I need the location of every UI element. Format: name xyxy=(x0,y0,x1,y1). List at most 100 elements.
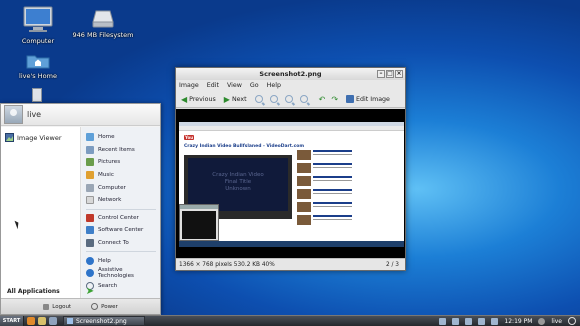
edit-image-button[interactable]: Edit Image xyxy=(346,95,390,103)
all-applications-label: All Applications xyxy=(7,288,60,295)
display-icon[interactable] xyxy=(452,317,460,325)
close-button[interactable]: × xyxy=(395,70,403,78)
drive-icon xyxy=(92,10,114,28)
file-manager-launcher-icon[interactable] xyxy=(38,317,46,325)
window-titlebar[interactable]: Screenshot2.png – □ × xyxy=(176,68,405,80)
task-label: Screenshot2.png xyxy=(76,317,127,325)
menu-favorites-pane: Image Viewer xyxy=(1,127,81,298)
image-position: 2 / 3 xyxy=(385,261,399,268)
clock[interactable]: 12:19 PM xyxy=(504,318,532,325)
desktop-icon-partial[interactable] xyxy=(32,88,42,102)
desktop-icon-computer[interactable]: Computer xyxy=(3,6,73,45)
next-button[interactable]: ▶ Next xyxy=(224,95,247,104)
menu-item-label: Help xyxy=(98,257,111,264)
taskbar-user[interactable]: live xyxy=(551,318,562,325)
toolbar: ◀ Previous ▶ Next ↶ ↷ Edit Image xyxy=(176,91,405,108)
menu-username: live xyxy=(27,110,42,119)
menu-item-label: Assistive Technologies xyxy=(98,267,134,280)
menu-item-label: Recent Items xyxy=(98,146,135,153)
menu-separator xyxy=(86,251,156,253)
image-canvas[interactable]: You Crazy Indian Video Bullfslaned - Vid… xyxy=(176,109,405,259)
menu-image[interactable]: Image xyxy=(179,82,199,89)
update-icon[interactable] xyxy=(439,317,447,325)
network-icon[interactable] xyxy=(465,317,473,325)
all-applications-button[interactable]: All Applications ➤ xyxy=(7,286,94,297)
screenshot-mini-window xyxy=(179,204,219,241)
zoom-out-icon[interactable] xyxy=(269,95,278,103)
menu-separator xyxy=(86,208,156,210)
next-label: Next xyxy=(231,95,247,103)
menu-item-software-center[interactable]: Software Center xyxy=(82,224,160,237)
help-icon xyxy=(86,256,94,265)
menu-item-label: Computer xyxy=(98,184,126,191)
network-icon xyxy=(86,196,94,205)
software-center-icon xyxy=(86,226,94,235)
taskbar-task-screenshot[interactable]: Screenshot2.png xyxy=(63,316,145,326)
menu-places-pane: Home Recent Items Pictures Music Compute… xyxy=(82,127,160,298)
menu-item-label: Music xyxy=(98,172,114,179)
screenshot-addressbar xyxy=(179,126,404,131)
volume-icon[interactable] xyxy=(478,317,486,325)
menu-item-computer[interactable]: Computer xyxy=(82,181,160,194)
menu-user-header: live xyxy=(1,104,160,126)
edit-image-label: Edit Image xyxy=(356,95,390,103)
screenshot-page-title: Crazy Indian Video Bullfslaned - VideoDa… xyxy=(184,144,305,149)
start-label: START xyxy=(2,318,21,324)
pictures-icon xyxy=(86,158,94,167)
menu-item-connect-to[interactable]: Connect To xyxy=(82,237,160,250)
lock-icon xyxy=(43,303,50,310)
menu-item-music[interactable]: Music xyxy=(82,169,160,182)
terminal-launcher-icon[interactable] xyxy=(49,317,57,325)
menu-favorite-image-viewer[interactable]: Image Viewer xyxy=(1,127,80,148)
menu-item-label: Home xyxy=(98,134,115,141)
list-item xyxy=(297,215,352,225)
home-folder-icon xyxy=(26,55,50,69)
previous-label: Previous xyxy=(189,95,216,103)
start-button[interactable]: START xyxy=(0,315,24,326)
rotate-right-icon[interactable]: ↷ xyxy=(331,95,338,104)
menu-edit[interactable]: Edit xyxy=(207,82,219,89)
browser-launcher-icon[interactable] xyxy=(27,317,35,325)
desktop-icon-label: live's Home xyxy=(19,72,57,80)
logout-button[interactable]: Logout xyxy=(43,303,72,310)
menu-item-assistive[interactable]: Assistive Technologies xyxy=(82,267,160,280)
list-item xyxy=(297,150,352,160)
screenshot-related-list xyxy=(297,150,352,228)
window-title: Screenshot2.png xyxy=(259,70,322,78)
menu-item-recent[interactable]: Recent Items xyxy=(82,144,160,157)
previous-button[interactable]: ◀ Previous xyxy=(181,95,216,104)
menu-go[interactable]: Go xyxy=(250,82,259,89)
menu-item-home[interactable]: Home xyxy=(82,131,160,144)
menu-item-control-center[interactable]: Control Center xyxy=(82,212,160,225)
zoom-normal-icon[interactable] xyxy=(284,95,293,103)
menu-help[interactable]: Help xyxy=(267,82,281,89)
list-item xyxy=(297,189,352,199)
minimize-button[interactable]: – xyxy=(377,70,385,78)
desktop-icon-home[interactable]: live's Home xyxy=(3,53,73,80)
computer-icon xyxy=(86,183,94,192)
zoom-fit-icon[interactable] xyxy=(299,95,308,103)
zoom-in-icon[interactable] xyxy=(254,95,263,103)
desktop-icon-label: 946 MB Filesystem xyxy=(72,31,134,39)
desktop-icon-filesystem[interactable]: 946 MB Filesystem xyxy=(68,10,138,39)
menu-item-label: Software Center xyxy=(98,227,144,234)
image-viewer-icon xyxy=(5,133,14,142)
computer-icon xyxy=(23,6,53,32)
menu-item-network[interactable]: Network xyxy=(82,194,160,207)
menu-item-pictures[interactable]: Pictures xyxy=(82,156,160,169)
start-menu: live Image Viewer Home Recent Items Pict… xyxy=(0,103,161,315)
power-icon[interactable] xyxy=(568,317,576,325)
image-info: 1366 × 768 pixels 530.2 KB 40% xyxy=(179,261,275,268)
maximize-button[interactable]: □ xyxy=(386,70,394,78)
menu-bottom-bar: Logout Power xyxy=(1,298,160,314)
menu-view[interactable]: View xyxy=(227,82,242,89)
menu-item-help[interactable]: Help xyxy=(82,254,160,267)
menu-item-label: Connect To xyxy=(98,240,129,247)
list-item xyxy=(297,202,352,212)
window-controls: – □ × xyxy=(377,70,403,78)
menu-bar: Image Edit View Go Help xyxy=(176,80,405,91)
power-button[interactable]: Power xyxy=(91,303,118,310)
battery-icon[interactable] xyxy=(491,317,499,325)
logout-label: Logout xyxy=(52,303,72,310)
rotate-left-icon[interactable]: ↶ xyxy=(319,95,326,104)
